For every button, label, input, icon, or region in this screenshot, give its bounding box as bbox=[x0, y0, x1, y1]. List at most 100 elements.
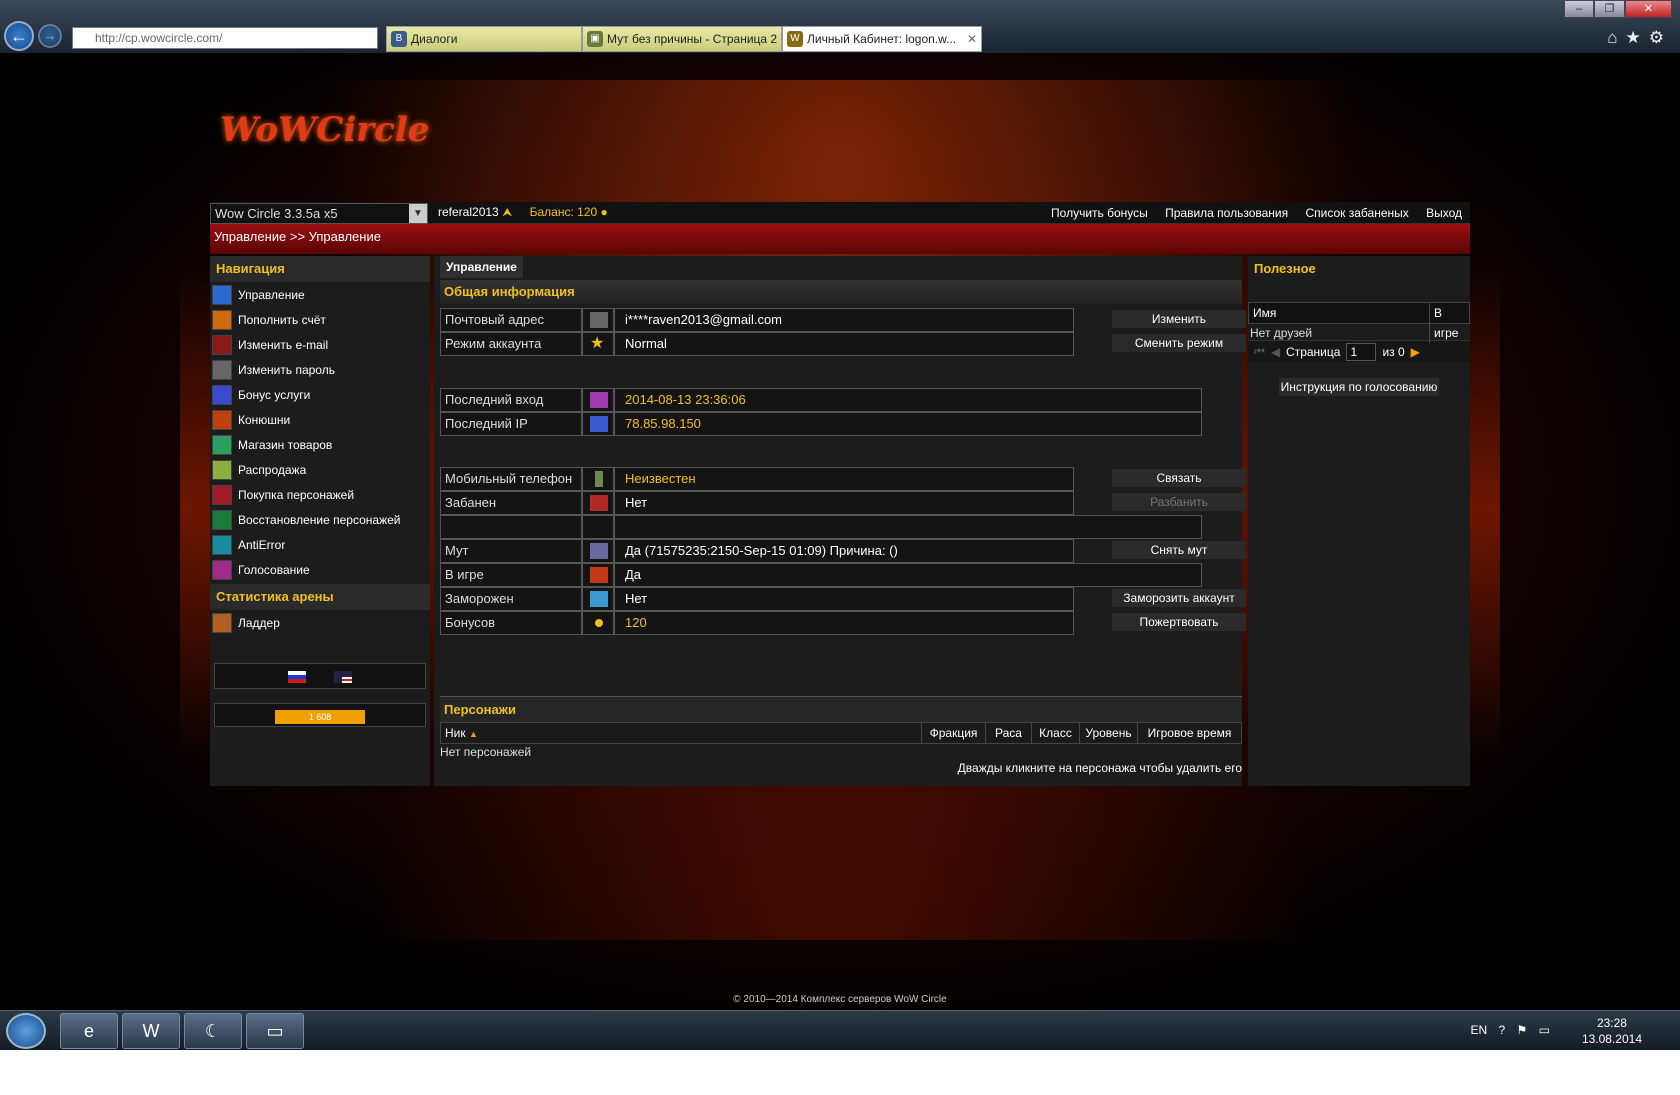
nav-item[interactable]: Голосование bbox=[210, 557, 430, 582]
row-banned: Забанен Нет Разбанить bbox=[440, 491, 1248, 515]
first-page-icon[interactable]: ⏮ bbox=[1254, 344, 1265, 359]
last-login-value: 2014-08-13 23:36:06 bbox=[614, 388, 1202, 412]
next-page-icon[interactable]: ▶ bbox=[1411, 345, 1420, 359]
tab-cabinet[interactable]: W Личный Кабинет: logon.w... ✕ bbox=[782, 26, 982, 52]
link-phone-button[interactable]: Связать bbox=[1112, 469, 1246, 487]
nav-item[interactable]: Бонус услуги bbox=[210, 382, 430, 407]
nav-item[interactable]: Изменить e-mail bbox=[210, 332, 430, 357]
clock-time: 23:28 bbox=[1596, 1016, 1627, 1030]
main-panel: Управление Общая информация Почтовый адр… bbox=[434, 256, 1246, 786]
flag-icon[interactable]: ⚑ bbox=[1517, 1023, 1528, 1037]
freeze-account-button[interactable]: Заморозить аккаунт bbox=[1112, 589, 1246, 607]
page-input[interactable] bbox=[1346, 342, 1377, 361]
mute-value: Да (71575235:2150-Sep-15 01:09) Причина:… bbox=[614, 539, 1074, 563]
network-icon bbox=[590, 416, 608, 432]
nav-item[interactable]: Конюшни bbox=[210, 407, 430, 432]
home-icon[interactable]: ⌂ bbox=[1607, 28, 1625, 47]
screen-margin bbox=[0, 1050, 1680, 1095]
nav-item[interactable]: Изменить пароль bbox=[210, 357, 430, 382]
top-bar: Wow Circle 3.3.5a x5 ▼ referal2013 ⮝ Бал… bbox=[210, 202, 1470, 224]
last-ip-row-icon bbox=[582, 412, 614, 436]
right-panel: Полезное Имя В игре Нет друзей ⏮ ◀ Стран… bbox=[1248, 256, 1470, 786]
nav-item[interactable]: Пополнить счёт bbox=[210, 307, 430, 332]
flag-ru-icon[interactable] bbox=[288, 670, 307, 683]
col-ingame[interactable]: В игре bbox=[1429, 303, 1469, 343]
link-get-bonus[interactable]: Получить бонусы bbox=[1051, 206, 1148, 220]
user-info: referal2013 ⮝ Баланс: 120 ● bbox=[438, 205, 608, 220]
remove-mute-button[interactable]: Снять мут bbox=[1112, 541, 1246, 559]
nav-item-label: Голосование bbox=[238, 562, 310, 577]
change-mode-button[interactable]: Сменить режим bbox=[1112, 334, 1246, 352]
close-tab-icon[interactable]: ✕ bbox=[967, 27, 977, 51]
phone-value: Неизвестен bbox=[614, 467, 1074, 491]
vote-instructions-button[interactable]: Инструкция по голосованию bbox=[1279, 378, 1439, 396]
help-icon[interactable]: ? bbox=[1499, 1023, 1506, 1037]
donate-button[interactable]: Пожертвовать bbox=[1112, 613, 1246, 631]
server-select[interactable]: Wow Circle 3.3.5a x5 ▼ bbox=[210, 203, 428, 224]
back-button[interactable]: ← bbox=[4, 21, 34, 51]
ingame-label: В игре bbox=[440, 563, 582, 587]
link-logout[interactable]: Выход bbox=[1426, 206, 1462, 220]
tab-manage[interactable]: Управление bbox=[440, 256, 523, 278]
nav-item[interactable]: Распродажа bbox=[210, 457, 430, 482]
site-logo[interactable]: WoWCircle bbox=[220, 110, 429, 190]
language-indicator[interactable]: EN bbox=[1471, 1023, 1488, 1037]
chevron-down-icon[interactable]: ▼ bbox=[409, 204, 427, 223]
col-name[interactable]: Имя bbox=[1253, 306, 1276, 320]
last-ip-value: 78.85.98.150 bbox=[614, 412, 1202, 436]
tab-forum[interactable]: ▣ Мут без причины - Страница 2 bbox=[582, 26, 782, 52]
counter-value[interactable]: 1 608 bbox=[275, 710, 365, 724]
arena-item[interactable]: Ладдер bbox=[210, 610, 430, 635]
buy-char-icon bbox=[212, 484, 232, 505]
banned-label: Забанен bbox=[440, 491, 582, 515]
nav-item-label: Восстановление персонажей bbox=[238, 512, 401, 527]
col-nick-label: Ник bbox=[445, 726, 466, 740]
address-bar[interactable]: http://cp.wowcircle.com/ bbox=[72, 27, 378, 49]
favorites-icon[interactable]: ★ bbox=[1626, 28, 1649, 47]
nav-item[interactable]: AntiError bbox=[210, 532, 430, 557]
stable-icon bbox=[212, 409, 232, 430]
change-email-button[interactable]: Изменить bbox=[1112, 310, 1246, 328]
network-tray-icon[interactable]: ▭ bbox=[1539, 1023, 1550, 1037]
restore-icon[interactable]: ❐ bbox=[1594, 0, 1625, 18]
col-race[interactable]: Раса bbox=[985, 723, 1031, 743]
nav-item-label: Бонус услуги bbox=[238, 387, 311, 402]
row-ingame: В игре Да bbox=[440, 563, 1248, 587]
last-login-row-icon bbox=[582, 388, 614, 412]
taskbar-wow-icon[interactable]: W bbox=[122, 1013, 180, 1049]
nav-item[interactable]: Магазин товаров bbox=[210, 432, 430, 457]
section-general-info[interactable]: Общая информация bbox=[440, 280, 1242, 304]
nav-item[interactable]: Управление bbox=[210, 282, 430, 307]
link-rules[interactable]: Правила пользования bbox=[1165, 206, 1288, 220]
forward-button[interactable]: → bbox=[38, 24, 62, 48]
unban-button[interactable]: Разбанить bbox=[1112, 493, 1246, 511]
breadcrumb: Управление >> Управление bbox=[210, 224, 1470, 254]
col-level[interactable]: Уровень bbox=[1079, 723, 1137, 743]
taskbar-app-icon[interactable]: ☾ bbox=[184, 1013, 242, 1049]
flag-us-icon[interactable] bbox=[333, 670, 352, 683]
start-button[interactable] bbox=[6, 1013, 46, 1049]
nav-item-label: Управление bbox=[238, 287, 305, 302]
prev-page-icon[interactable]: ◀ bbox=[1271, 345, 1280, 359]
tab-dialogs[interactable]: В Диалоги bbox=[386, 26, 582, 52]
nav-item[interactable]: Восстановление персонажей bbox=[210, 507, 430, 532]
ban-icon bbox=[590, 495, 608, 511]
email-icon bbox=[212, 334, 232, 355]
clock[interactable]: 23:28 13.08.2014 bbox=[1582, 1015, 1642, 1047]
banned-row-icon bbox=[582, 491, 614, 515]
minimize-icon[interactable]: – bbox=[1564, 0, 1595, 18]
row-last-ip: Последний IP 78.85.98.150 bbox=[440, 412, 1248, 436]
nav-item[interactable]: Покупка персонажей bbox=[210, 482, 430, 507]
col-playtime[interactable]: Игровое время bbox=[1137, 723, 1241, 743]
gear-icon[interactable]: ⚙ bbox=[1649, 28, 1672, 47]
friends-pager: ⏮ ◀ Страница из 0 ▶ bbox=[1248, 340, 1470, 362]
taskbar-folder-icon[interactable]: ▭ bbox=[246, 1013, 304, 1049]
mute-row-icon bbox=[582, 539, 614, 563]
close-icon[interactable]: ✕ bbox=[1624, 0, 1672, 18]
ladder-icon bbox=[212, 612, 232, 633]
col-class[interactable]: Класс bbox=[1031, 723, 1079, 743]
col-nick[interactable]: Ник ▲ bbox=[441, 723, 921, 743]
col-faction[interactable]: Фракция bbox=[921, 723, 985, 743]
link-banned-list[interactable]: Список забаненых bbox=[1305, 206, 1408, 220]
taskbar-ie-icon[interactable]: e bbox=[60, 1013, 118, 1049]
